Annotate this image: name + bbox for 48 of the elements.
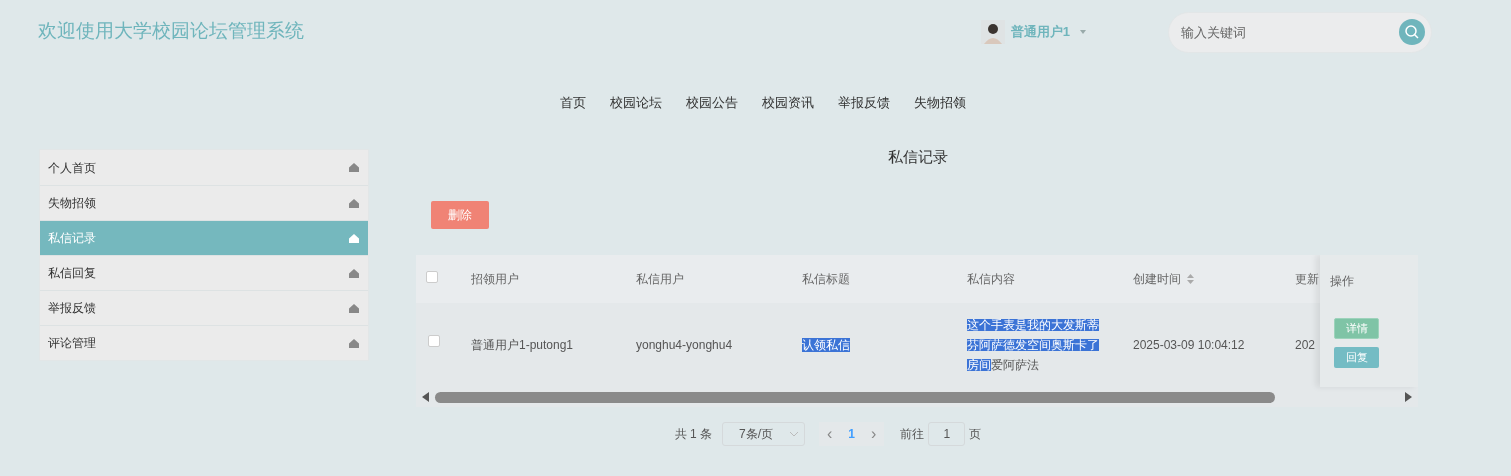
page-suffix: 页 [969,426,982,443]
panel-title: 私信记录 [887,147,949,167]
sidebar-item[interactable]: 失物招领 [40,185,368,220]
select-all-checkbox[interactable] [426,271,438,283]
sidebar-item[interactable]: 私信回复 [40,255,368,290]
column-header: 私信用户 [636,271,684,288]
sidebar-item[interactable]: 举报反馈 [40,290,368,325]
nav-link[interactable]: 失物招领 [913,93,966,111]
site-title: 欢迎使用大学校园论坛管理系统 [38,18,304,43]
table-cell-text: 认领私信 [802,337,851,354]
search-icon [1399,18,1425,45]
table-cell-text: 普通用户1-putong1 [471,337,575,354]
house-icon [349,303,359,313]
house-icon [349,338,359,348]
house-icon [349,233,359,243]
chevron-down-icon [790,431,798,437]
column-header: 招领用户 [471,271,519,288]
sidebar-item[interactable]: 个人首页 [40,150,368,185]
sort-icon [1187,274,1194,284]
row-checkbox[interactable] [428,335,440,347]
table-cell-text: 这个手表是我的大发斯蒂芬阿萨德发空间奥斯卡了房间爱阿萨法 [967,318,1100,373]
nav-link[interactable]: 校园资讯 [761,93,814,111]
table-cell-text: 202 [1295,337,1317,354]
nav-link[interactable]: 校园公告 [685,93,738,111]
table-cell-text: yonghu4-yonghu4 [636,337,734,354]
table-cell-text: 2025-03-09 10:04:12 [1133,337,1246,354]
goto-label: 前往 [900,426,925,443]
column-header: 私信标题 [802,271,850,288]
caret-icon [1080,30,1086,34]
scrollbar-thumb[interactable] [435,391,1275,403]
column-header: 更新 [1295,271,1319,288]
house-icon [349,268,359,278]
house-icon [349,198,359,208]
scroll-right-icon [1405,392,1412,402]
page-size-select[interactable]: 7条/页 [722,422,805,446]
scroll-left-icon [422,392,429,402]
total-count: 共 1 条 [674,426,712,443]
nav-link[interactable]: 校园论坛 [609,93,662,111]
avatar-icon [980,20,1005,44]
sidebar-item[interactable]: 评论管理 [40,325,368,360]
nav-link[interactable]: 首页 [559,93,586,111]
column-header: 私信内容 [967,271,1015,288]
column-header: 操作 [1329,273,1355,290]
goto-page-field[interactable]: 1 [928,422,966,446]
search-field[interactable]: 输入关键词 [1168,11,1432,53]
house-icon [349,163,359,172]
column-header: 创建时间 [1133,271,1181,288]
nav-link[interactable]: 举报反馈 [837,93,890,111]
